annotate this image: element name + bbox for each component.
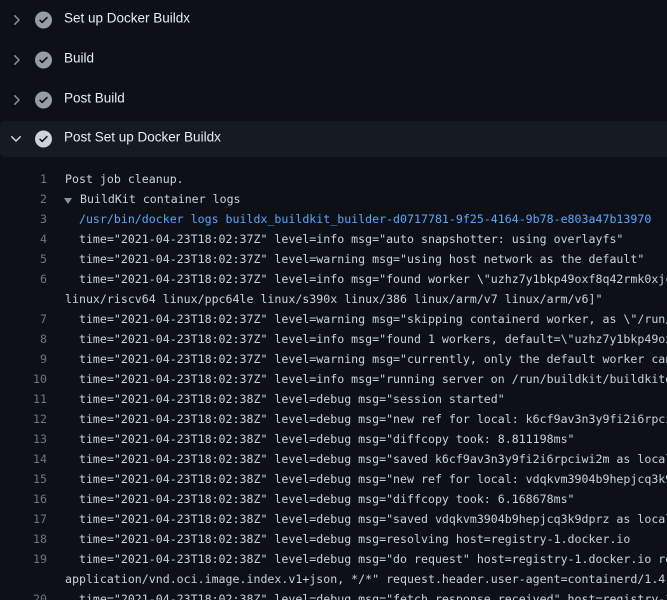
- log-line: 2 BuildKit container logs: [0, 189, 667, 209]
- line-number[interactable]: 15: [0, 469, 47, 489]
- step-name: Post Set up Docker Buildx: [64, 130, 221, 145]
- step-row-set-up-docker-buildx[interactable]: Set up Docker Buildx: [0, 0, 667, 40]
- line-text: application/vnd.oci.image.index.v1+json,…: [65, 569, 667, 589]
- line-text: time="2021-04-23T18:02:37Z" level=warnin…: [65, 309, 667, 329]
- log-line: 12 time="2021-04-23T18:02:38Z" level=deb…: [0, 409, 667, 429]
- line-number[interactable]: 18: [0, 529, 47, 549]
- log-line: 13 time="2021-04-23T18:02:38Z" level=deb…: [0, 429, 667, 449]
- line-number[interactable]: 16: [0, 489, 47, 509]
- step-list: Set up Docker Buildx Build Post Build Post …: [0, 0, 667, 157]
- log-area: 1 Post job cleanup. 2 BuildKit container lo…: [0, 160, 667, 600]
- log-line: 18 time="2021-04-23T18:02:38Z" level=deb…: [0, 529, 667, 549]
- line-text: time="2021-04-23T18:02:38Z" level=debug …: [65, 509, 667, 529]
- line-number[interactable]: 10: [0, 369, 47, 389]
- actions-log-viewer: Set up Docker Buildx Build Post Build Post …: [0, 0, 667, 600]
- step-name: Post Build: [64, 91, 125, 106]
- log-line: 4 time="2021-04-23T18:02:37Z" level=info…: [0, 229, 667, 249]
- check-circle-icon: [35, 92, 52, 109]
- line-number[interactable]: 19: [0, 549, 47, 569]
- line-number[interactable]: 4: [0, 229, 47, 249]
- line-text: /usr/bin/docker logs buildx_buildkit_bui…: [65, 209, 651, 229]
- step-row-post-set-up-docker-buildx[interactable]: Post Set up Docker Buildx: [0, 121, 667, 157]
- line-text: time="2021-04-23T18:02:38Z" level=debug …: [65, 469, 667, 489]
- log-line: 7 time="2021-04-23T18:02:37Z" level=warn…: [0, 309, 667, 329]
- line-text: time="2021-04-23T18:02:37Z" level=warnin…: [65, 349, 667, 369]
- log-line: 11 time="2021-04-23T18:02:38Z" level=deb…: [0, 389, 667, 409]
- chevron-right-icon: [8, 52, 24, 68]
- log-line: 19 time="2021-04-23T18:02:38Z" level=deb…: [0, 549, 667, 569]
- line-number[interactable]: 7: [0, 309, 47, 329]
- line-text: time="2021-04-23T18:02:37Z" level=info m…: [65, 229, 623, 249]
- step-name: Build: [64, 51, 94, 66]
- line-text: time="2021-04-23T18:02:37Z" level=warnin…: [65, 249, 644, 269]
- line-number[interactable]: 20: [0, 589, 47, 600]
- line-text: linux/riscv64 linux/ppc64le linux/s390x …: [65, 289, 602, 309]
- line-number[interactable]: 9: [0, 349, 47, 369]
- line-text: time="2021-04-23T18:02:38Z" level=debug …: [65, 489, 575, 509]
- log-line: 6 time="2021-04-23T18:02:37Z" level=info…: [0, 269, 667, 289]
- line-number[interactable]: 12: [0, 409, 47, 429]
- check-circle-icon: [35, 12, 52, 29]
- line-number[interactable]: 17: [0, 509, 47, 529]
- log-line: 17 time="2021-04-23T18:02:38Z" level=deb…: [0, 509, 667, 529]
- line-text: time="2021-04-23T18:02:38Z" level=debug …: [65, 589, 667, 600]
- triangle-shape: [64, 198, 72, 204]
- log-line: 15 time="2021-04-23T18:02:38Z" level=deb…: [0, 469, 667, 489]
- line-text: time="2021-04-23T18:02:37Z" level=info m…: [65, 369, 667, 389]
- log-line: 1 Post job cleanup.: [0, 169, 667, 189]
- line-text[interactable]: BuildKit container logs: [65, 189, 241, 209]
- line-number[interactable]: 14: [0, 449, 47, 469]
- check-circle-icon: [35, 52, 52, 69]
- log-line: 5 time="2021-04-23T18:02:37Z" level=warn…: [0, 249, 667, 269]
- line-text: time="2021-04-23T18:02:38Z" level=debug …: [65, 549, 667, 569]
- step-row-build[interactable]: Build: [0, 40, 667, 80]
- log-line: 10 time="2021-04-23T18:02:37Z" level=inf…: [0, 369, 667, 389]
- chevron-right-icon: [8, 12, 24, 28]
- log-line-continuation: linux/riscv64 linux/ppc64le linux/s390x …: [0, 289, 667, 309]
- log-line: 20 time="2021-04-23T18:02:38Z" level=deb…: [0, 589, 667, 600]
- log-line-continuation: application/vnd.oci.image.index.v1+json,…: [0, 569, 667, 589]
- disclosure-triangle-icon: [65, 189, 80, 209]
- chevron-right-icon: [8, 92, 24, 108]
- line-number[interactable]: 5: [0, 249, 47, 269]
- line-text: time="2021-04-23T18:02:38Z" level=debug …: [65, 409, 667, 429]
- line-number[interactable]: 8: [0, 329, 47, 349]
- log-line: 9 time="2021-04-23T18:02:37Z" level=warn…: [0, 349, 667, 369]
- line-text: time="2021-04-23T18:02:37Z" level=info m…: [65, 329, 667, 349]
- line-text: time="2021-04-23T18:02:38Z" level=debug …: [65, 389, 505, 409]
- log-line: 14 time="2021-04-23T18:02:38Z" level=deb…: [0, 449, 667, 469]
- check-circle-icon: [35, 131, 52, 148]
- line-text: time="2021-04-23T18:02:37Z" level=info m…: [65, 269, 667, 289]
- step-row-post-build[interactable]: Post Build: [0, 80, 667, 120]
- line-number[interactable]: 11: [0, 389, 47, 409]
- chevron-down-icon: [8, 131, 24, 147]
- line-text: time="2021-04-23T18:02:38Z" level=debug …: [65, 529, 630, 549]
- log-line: 8 time="2021-04-23T18:02:37Z" level=info…: [0, 329, 667, 349]
- line-number[interactable]: 1: [0, 169, 47, 189]
- log-line: 3 /usr/bin/docker logs buildx_buildkit_b…: [0, 209, 667, 229]
- step-name: Set up Docker Buildx: [64, 11, 190, 26]
- line-number[interactable]: 3: [0, 209, 47, 229]
- line-number[interactable]: 13: [0, 429, 47, 449]
- line-text: Post job cleanup.: [65, 169, 184, 189]
- line-text: time="2021-04-23T18:02:38Z" level=debug …: [65, 449, 667, 469]
- line-number[interactable]: 6: [0, 269, 47, 289]
- line-number[interactable]: 2: [0, 189, 47, 209]
- log-line: 16 time="2021-04-23T18:02:38Z" level=deb…: [0, 489, 667, 509]
- line-text: time="2021-04-23T18:02:38Z" level=debug …: [65, 429, 575, 449]
